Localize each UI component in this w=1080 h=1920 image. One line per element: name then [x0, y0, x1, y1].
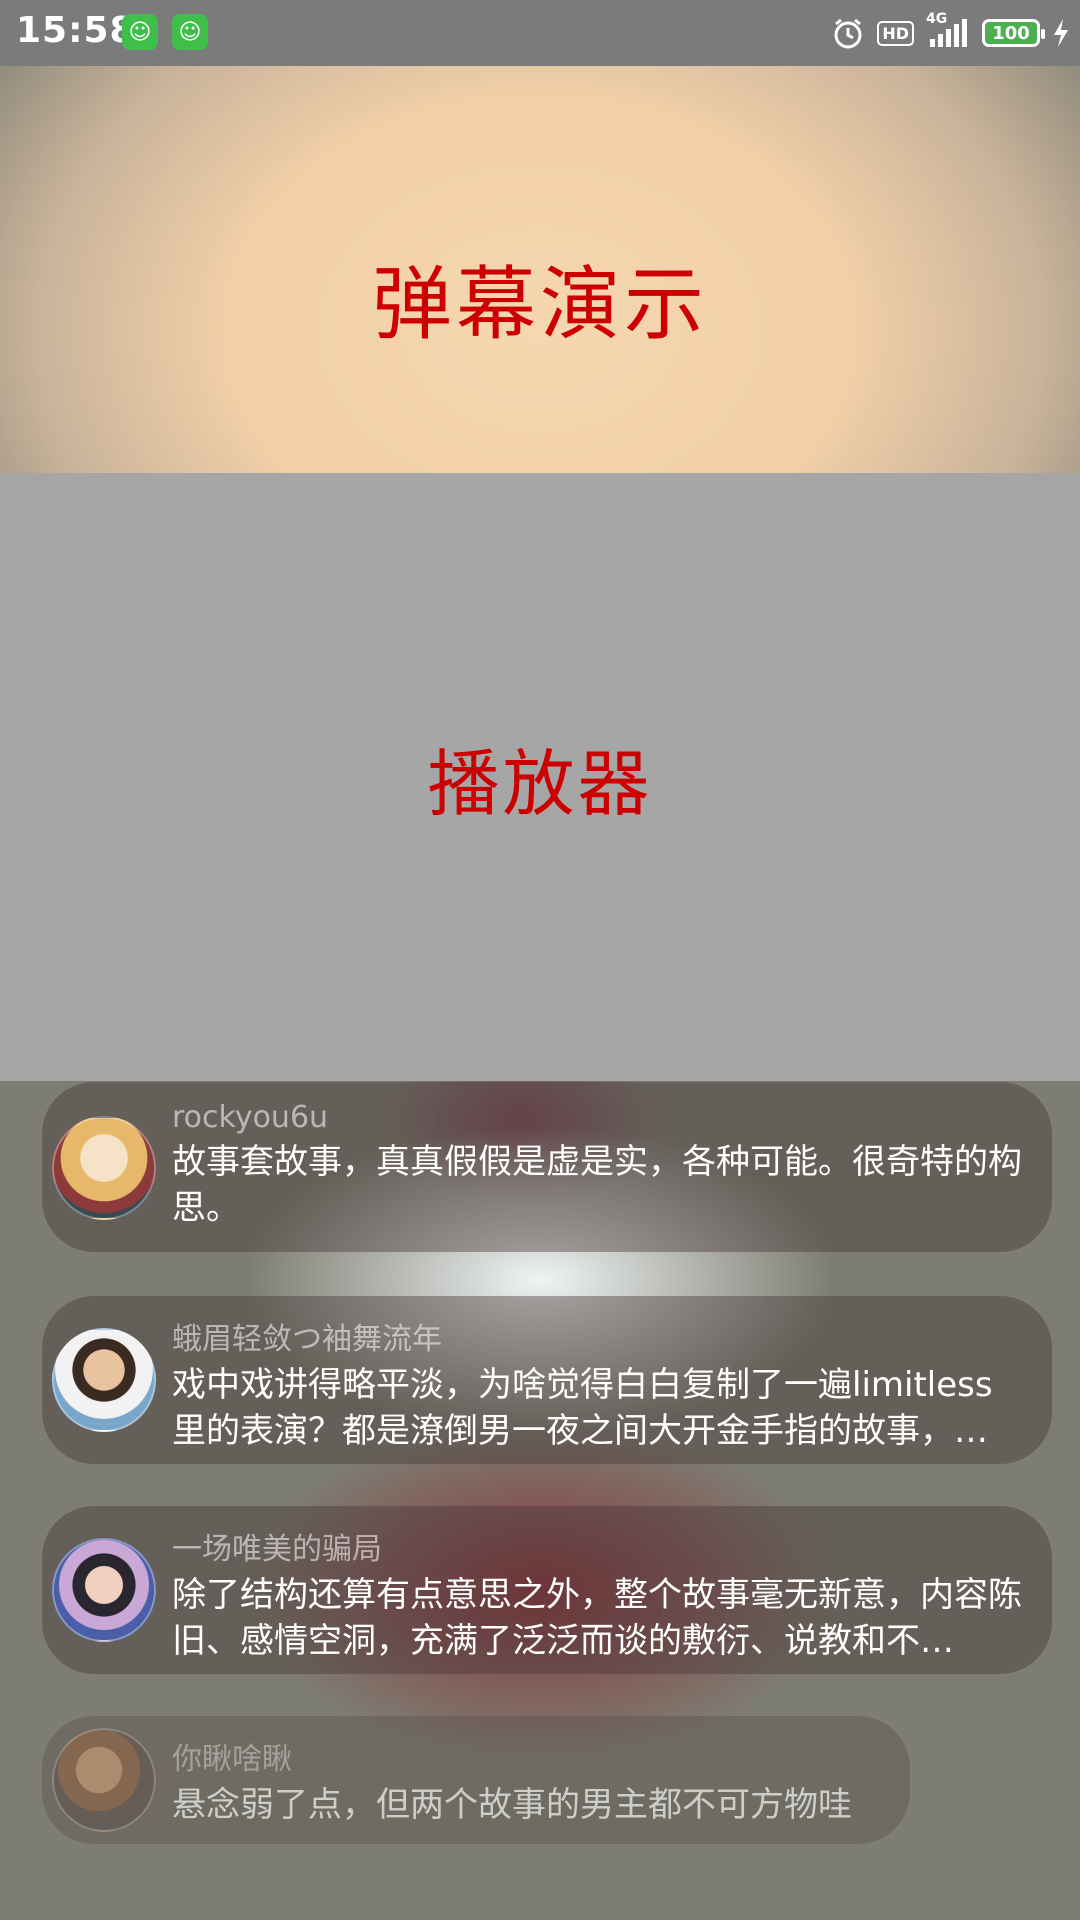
charging-icon [1052, 18, 1070, 48]
player-label: 播放器 [427, 741, 653, 826]
alarm-icon [831, 16, 865, 50]
avatar [52, 1538, 156, 1642]
danmaku-username: rockyou6u [172, 1100, 329, 1135]
danmaku-text: 除了结构还算有点意思之外，整个故事毫无新意，内容陈旧、感情空洞，充满了泛泛而谈的… [172, 1575, 1022, 1661]
danmaku-username: 一场唯美的骗局 [172, 1532, 382, 1567]
danmaku-item[interactable]: 蛾眉轻敛つ袖舞流年 戏中戏讲得略平淡，为啥觉得白白复制了一遍limitless里… [42, 1296, 1052, 1464]
danmaku-item[interactable]: rockyou6u 故事套故事，真真假假是虚是实，各种可能。很奇特的构思。 [42, 1082, 1052, 1252]
video-player[interactable]: 播放器 [0, 473, 1080, 1081]
avatar [52, 1328, 156, 1432]
danmaku-text: 戏中戏讲得略平淡，为啥觉得白白复制了一遍limitless里的表演？都是潦倒男一… [172, 1365, 993, 1451]
network-type-label: 4G [926, 11, 948, 27]
danmaku-username: 蛾眉轻敛つ袖舞流年 [172, 1322, 442, 1357]
danmaku-text: 故事套故事，真真假假是虚是实，各种可能。很奇特的构思。 [172, 1142, 1022, 1228]
app-notification-icon: ☺ [122, 14, 158, 50]
avatar [52, 1728, 156, 1832]
danmaku-username: 你瞅啥瞅 [172, 1742, 292, 1777]
hd-icon: HD [877, 20, 914, 46]
avatar [52, 1116, 156, 1220]
danmaku-item[interactable]: 你瞅啥瞅 悬念弱了点，但两个故事的男主都不可方物哇 [42, 1716, 910, 1844]
app-notification-icon: ☺ [172, 14, 208, 50]
danmaku-text: 悬念弱了点，但两个故事的男主都不可方物哇 [172, 1785, 852, 1825]
signal-icon: 4G [926, 11, 970, 49]
danmaku-item[interactable]: 一场唯美的骗局 除了结构还算有点意思之外，整个故事毫无新意，内容陈旧、感情空洞，… [42, 1506, 1052, 1674]
status-time: 15:58 [16, 10, 136, 51]
status-bar: 15:58 ☺ ☺ HD 4G 100 [0, 0, 1080, 66]
battery-icon: 100 [982, 19, 1045, 47]
page-title: 弹幕演示 [372, 258, 708, 351]
